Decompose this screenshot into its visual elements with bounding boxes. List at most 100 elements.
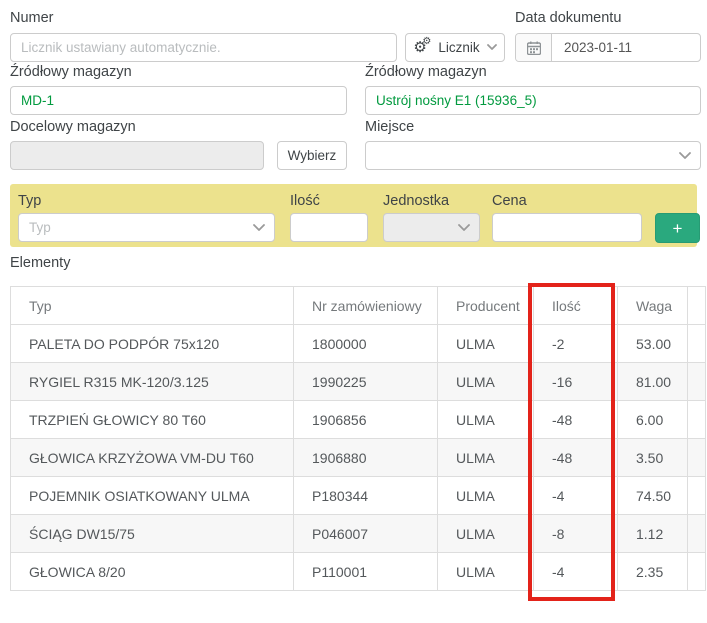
- table-cell: P180344: [294, 477, 438, 515]
- zrodlowy-magazyn-1-label: Źródłowy magazyn: [10, 64, 132, 80]
- table-cell-empty: [11, 591, 294, 622]
- table-cell: 1800000: [294, 325, 438, 363]
- table-cell: 3.50: [618, 439, 688, 477]
- table-body: PALETA DO PODPÓR 75x1201800000ULMA-253.0…: [11, 325, 706, 622]
- table-cell: TRZPIEŃ GŁOWICY 80 T60: [11, 401, 294, 439]
- table-cell: -4: [534, 477, 618, 515]
- data-dokumentu-label: Data dokumentu: [515, 10, 621, 26]
- ilosc-filter-label: Ilość: [290, 193, 320, 209]
- table-cell-empty: [688, 553, 706, 591]
- table-cell: 74.50: [618, 477, 688, 515]
- chevron-down-icon: [244, 214, 274, 241]
- typ-filter-label: Typ: [18, 193, 41, 209]
- table-cell: -48: [534, 439, 618, 477]
- cena-input[interactable]: [492, 213, 642, 242]
- typ-select-placeholder: Typ: [19, 220, 244, 235]
- table-row: GŁOWICA 8/20P110001ULMA-42.35: [11, 553, 706, 591]
- table-cell: ŚCIĄG DW15/75: [11, 515, 294, 553]
- cogs-icon: ⚙⚙: [413, 40, 431, 56]
- table-cell: 1906880: [294, 439, 438, 477]
- licznik-button-label: Licznik: [438, 40, 479, 55]
- wybierz-button[interactable]: Wybierz: [277, 141, 347, 170]
- numer-label: Numer: [10, 10, 54, 26]
- table-row: RYGIEL R315 MK-120/3.1251990225ULMA-1681…: [11, 363, 706, 401]
- table-cell: -2: [534, 325, 618, 363]
- zrodlowy-magazyn-2-input[interactable]: [365, 86, 701, 115]
- zrodlowy-magazyn-2-label: Źródłowy magazyn: [365, 64, 487, 80]
- table-cell: GŁOWICA KRZYŻOWA VM-DU T60: [11, 439, 294, 477]
- document-form-page: Numer Data dokumentu ⚙⚙ Licznik 2023-01-…: [0, 0, 707, 623]
- table-header-row: Typ Nr zamówieniowy Producent Ilość Waga: [11, 287, 706, 325]
- table-row: ŚCIĄG DW15/75P046007ULMA-81.12: [11, 515, 706, 553]
- calendar-icon: [516, 34, 552, 61]
- table-row: PALETA DO PODPÓR 75x1201800000ULMA-253.0…: [11, 325, 706, 363]
- column-header-ilosc: Ilość: [534, 287, 618, 325]
- table-cell: -16: [534, 363, 618, 401]
- table-row: TRZPIEŃ GŁOWICY 80 T601906856ULMA-486.00: [11, 401, 706, 439]
- table-cell: ULMA: [438, 515, 534, 553]
- ilosc-input[interactable]: [290, 213, 368, 242]
- add-row-button[interactable]: +: [655, 213, 700, 243]
- table-cell-empty: [688, 591, 706, 622]
- column-header-empty: [688, 287, 706, 325]
- table-cell: ULMA: [438, 439, 534, 477]
- table-cell-empty: [688, 477, 706, 515]
- cena-filter-label: Cena: [492, 193, 527, 209]
- table-cell-empty: [534, 591, 618, 622]
- table-cell-empty: [688, 401, 706, 439]
- jednostka-select[interactable]: [383, 213, 480, 242]
- table-cell-empty: [688, 439, 706, 477]
- table-row: GŁOWICA KRZYŻOWA VM-DU T601906880ULMA-48…: [11, 439, 706, 477]
- table-cell: 1990225: [294, 363, 438, 401]
- table-cell: ULMA: [438, 553, 534, 591]
- table-cell: 81.00: [618, 363, 688, 401]
- miejsce-select[interactable]: [365, 141, 701, 170]
- table-cell: ULMA: [438, 401, 534, 439]
- column-header-waga: Waga: [618, 287, 688, 325]
- table-cell: -8: [534, 515, 618, 553]
- table-cell-empty: [438, 591, 534, 622]
- table-cell: P110001: [294, 553, 438, 591]
- table-cell: ULMA: [438, 363, 534, 401]
- table-row: POJEMNIK OSIATKOWANY ULMAP180344ULMA-474…: [11, 477, 706, 515]
- table-cell: -4: [534, 553, 618, 591]
- quick-add-panel: Typ Ilość Jednostka Cena Typ +: [10, 184, 697, 247]
- table-cell-empty: [688, 515, 706, 553]
- table-cell: PALETA DO PODPÓR 75x120: [11, 325, 294, 363]
- date-input-group[interactable]: 2023-01-11: [515, 33, 701, 62]
- jednostka-filter-label: Jednostka: [383, 193, 449, 209]
- table-cell: 1.12: [618, 515, 688, 553]
- docelowy-magazyn-label: Docelowy magazyn: [10, 119, 136, 135]
- elementy-table: Typ Nr zamówieniowy Producent Ilość Waga…: [10, 286, 706, 622]
- table-row-empty: [11, 591, 706, 622]
- table-cell: ULMA: [438, 477, 534, 515]
- table-cell: 6.00: [618, 401, 688, 439]
- table-cell: RYGIEL R315 MK-120/3.125: [11, 363, 294, 401]
- table-cell: POJEMNIK OSIATKOWANY ULMA: [11, 477, 294, 515]
- elementy-title: Elementy: [10, 255, 70, 271]
- table-cell-empty: [618, 591, 688, 622]
- chevron-down-icon: [449, 214, 479, 241]
- column-header-typ: Typ: [11, 287, 294, 325]
- table-cell-empty: [294, 591, 438, 622]
- column-header-producent: Producent: [438, 287, 534, 325]
- table-cell: 1906856: [294, 401, 438, 439]
- table-cell: P046007: [294, 515, 438, 553]
- table-cell-empty: [688, 325, 706, 363]
- chevron-down-icon: [487, 44, 497, 51]
- typ-select[interactable]: Typ: [18, 213, 275, 242]
- licznik-button[interactable]: ⚙⚙ Licznik: [405, 33, 505, 62]
- table-cell: ULMA: [438, 325, 534, 363]
- miejsce-label: Miejsce: [365, 119, 414, 135]
- table-cell: 53.00: [618, 325, 688, 363]
- docelowy-magazyn-input[interactable]: [10, 141, 264, 170]
- numer-input[interactable]: [10, 33, 397, 62]
- table-cell-empty: [688, 363, 706, 401]
- zrodlowy-magazyn-1-input[interactable]: [10, 86, 347, 115]
- table-cell: -48: [534, 401, 618, 439]
- date-value[interactable]: 2023-01-11: [552, 34, 700, 61]
- table-cell: 2.35: [618, 553, 688, 591]
- column-header-nr-zamowieniowy: Nr zamówieniowy: [294, 287, 438, 325]
- chevron-down-icon: [670, 142, 700, 169]
- table-cell: GŁOWICA 8/20: [11, 553, 294, 591]
